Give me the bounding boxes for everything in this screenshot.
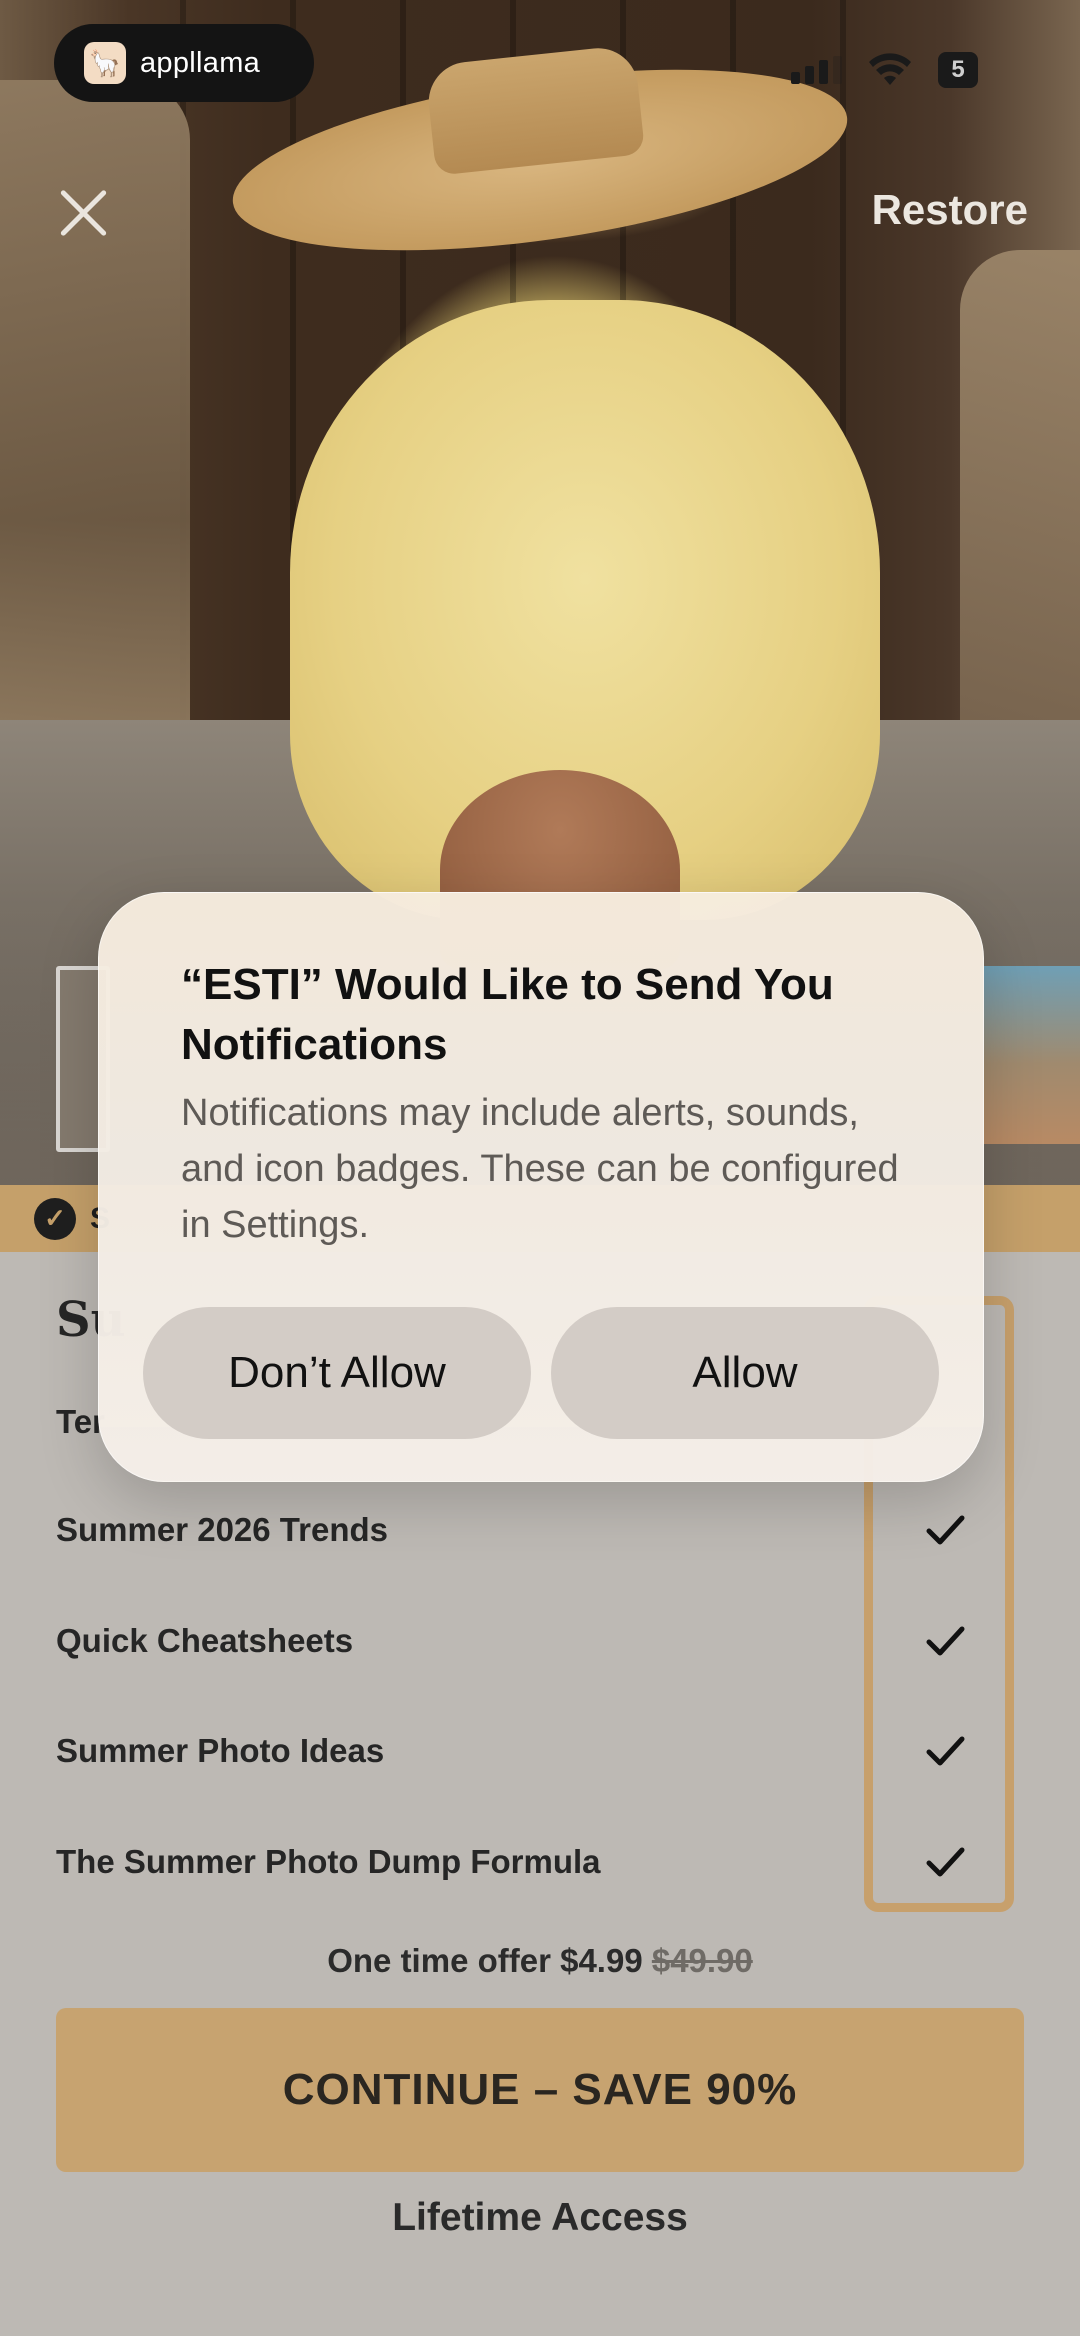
dialog-message: Notifications may include alerts, sounds… [181,1092,899,1246]
hero-figure-hat-crown [424,44,646,176]
feature-label: Summer 2026 Trends [56,1511,388,1548]
llama-logo-icon: 🦙 [84,42,126,84]
check-icon [926,1736,965,1766]
restore-button[interactable]: Restore [872,186,1028,234]
verified-badge-icon: ✓ [34,1197,76,1240]
status-icons: 5 [791,52,978,88]
feature-label: The Summer Photo Dump Formula [56,1843,601,1880]
feature-label: Summer Photo Ideas [56,1732,385,1769]
feature-label: Quick Cheatsheets [56,1622,354,1659]
old-price: $49.90 [651,1942,753,1979]
check-icon [926,1515,965,1545]
offer-text: One time offer $4.99 $49.90 [0,1942,1080,1980]
offer-price: One time offer $4.99 [327,1942,643,1979]
feature-row: Summer Photo Ideas [56,1721,1016,1781]
app-pill: 🦙 appllama [54,24,314,102]
notification-permission-dialog: “ESTI” Would Like to Send You Notificati… [98,892,984,1482]
check-icon [926,1626,965,1656]
lifetime-access-label: Lifetime Access [392,2196,688,2239]
dialog-title: “ESTI” Would Like to Send You Notificati… [181,960,834,1069]
battery-icon: 5 [938,52,978,88]
continue-button[interactable]: CONTINUE – SAVE 90% [56,2008,1024,2172]
dont-allow-button[interactable]: Don’t Allow [143,1307,531,1439]
feature-row: The Summer Photo Dump Formula [56,1832,1016,1892]
check-icon [926,1847,965,1877]
signal-icon [791,56,842,84]
allow-button[interactable]: Allow [551,1307,939,1439]
thumbnail-right[interactable] [980,966,1080,1144]
wifi-icon [869,53,911,85]
feature-row: Summer 2026 Trends [56,1500,1016,1560]
close-icon[interactable] [58,188,108,238]
feature-row: Quick Cheatsheets [56,1611,1016,1671]
app-name: appllama [140,46,261,79]
